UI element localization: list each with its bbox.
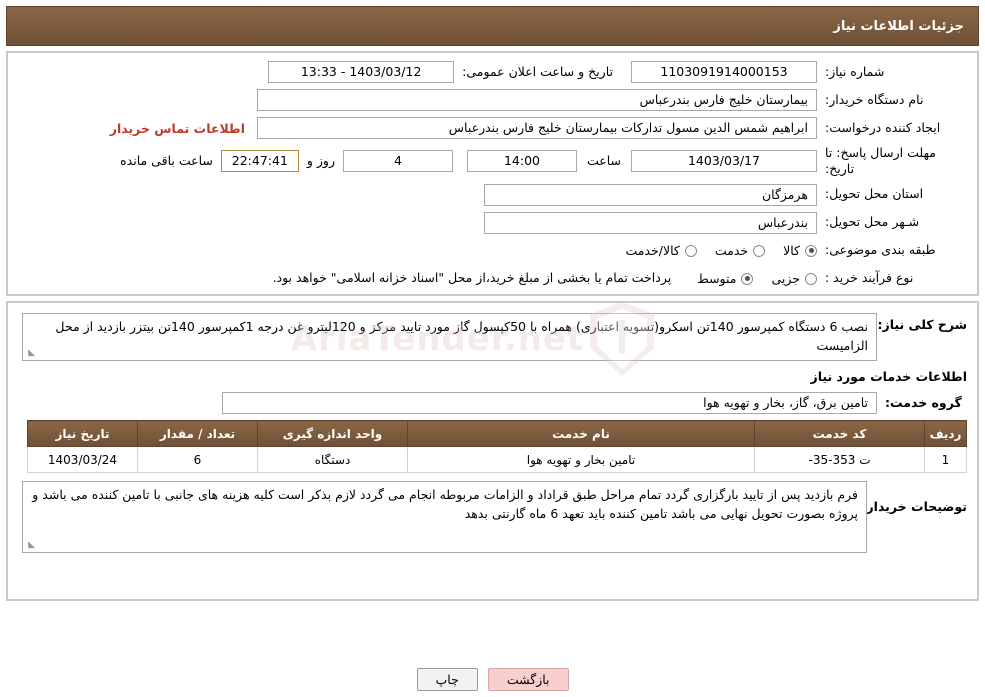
category-radio-group: کالا خدمت کالا/خدمت (607, 243, 817, 258)
purchase-note: پرداخت تمام یا بخشی از مبلغ خرید،از محل … (272, 270, 672, 286)
row-general-description: شرح کلی نیاز: نصب 6 دستگاه کمپرسور 140تن… (18, 313, 967, 361)
col-date: تاریخ نیاز (27, 420, 138, 447)
row-category: طبقه بندی موضوعی: کالا خدمت کالا/خدمت (18, 240, 967, 262)
back-button[interactable]: بازگشت (487, 668, 569, 691)
radio-icon[interactable] (741, 272, 754, 285)
cell-date: 1403/03/24 (27, 446, 138, 473)
deadline-time-value: 14:00 (466, 150, 577, 173)
cell-name: تامین بخار و تهویه هوا (407, 446, 755, 473)
buyer-notes-textarea[interactable]: فرم بازدید پس از تایید بارگزاری گردد تما… (22, 481, 867, 553)
col-code: کد خدمت (754, 420, 925, 447)
remaining-time-value: 22:47:41 (220, 150, 299, 173)
footer-actions: بازگشت چاپ (0, 668, 985, 691)
radio-icon[interactable] (753, 244, 766, 257)
row-province: استان محل تحویل: هرمزگان (18, 183, 967, 206)
announce-datetime-label: تاریخ و ساعت اعلان عمومی: (462, 63, 613, 79)
category-label: طبقه بندی موضوعی: (825, 242, 936, 258)
row-buyer-org: نام دستگاه خریدار: بیمارستان خلیج فارس ب… (18, 89, 967, 111)
purchase-type-option-label: متوسط (697, 271, 737, 286)
cell-unit: دستگاه (257, 446, 408, 473)
service-group-value: تامین برق، گاز، بخار و تهویه هوا (222, 392, 877, 414)
description-textarea[interactable]: نصب 6 دستگاه کمپرسور 140تن اسکرو(تسویه ا… (22, 313, 877, 361)
row-requester: ایجاد کننده درخواست: ابراهیم شمس الدین م… (18, 117, 967, 139)
requester-value: ابراهیم شمس الدین مسول تدارکات بیمارستان… (257, 117, 817, 139)
col-index: ردیف (924, 420, 967, 447)
category-option-label: خدمت (714, 243, 749, 258)
resize-handle-icon[interactable]: ◣ (25, 349, 35, 359)
cell-code: ت 353-35- (754, 446, 925, 473)
city-value: بندرعباس (484, 211, 817, 234)
category-option-kala-khedmat[interactable]: کالا/خدمت (625, 243, 697, 258)
row-service-group: گروه خدمت: تامین برق، گاز، بخار و تهویه … (18, 392, 967, 414)
description-label: شرح کلی نیاز: (877, 317, 967, 332)
table-row: 1 ت 353-35- تامین بخار و تهویه هوا دستگا… (27, 446, 967, 473)
remaining-label: ساعت باقی مانده (120, 152, 213, 168)
purchase-type-option-jozei[interactable]: جزیی (771, 271, 817, 286)
city-label: شـهر محل تحویل: (825, 214, 920, 230)
category-option-khedmat[interactable]: خدمت (714, 243, 766, 258)
description-text: نصب 6 دستگاه کمپرسور 140تن اسکرو(تسویه ا… (55, 319, 868, 354)
cell-qty: 6 (137, 446, 258, 473)
row-purchase-type: نوع فرآیند خرید : جزیی متوسط پرداخت تمام… (18, 268, 967, 290)
services-table: ردیف کد خدمت نام خدمت واحد اندازه گیری ت… (27, 420, 967, 473)
buyer-notes-text: فرم بازدید پس از تایید بارگزاری گردد تما… (32, 487, 858, 522)
services-panel: شرح کلی نیاز: نصب 6 دستگاه کمپرسور 140تن… (6, 301, 979, 601)
hour-label: ساعت (586, 152, 621, 168)
buyer-org-label: نام دستگاه خریدار: (825, 91, 924, 107)
table-header-row: ردیف کد خدمت نام خدمت واحد اندازه گیری ت… (27, 420, 967, 447)
row-city: شـهر محل تحویل: بندرعباس (18, 211, 967, 234)
category-option-kala[interactable]: کالا (783, 243, 817, 258)
purchase-type-label: نوع فرآیند خرید : (825, 270, 914, 286)
purchase-type-option-label: جزیی (771, 271, 800, 286)
buyer-contact-link[interactable]: اطلاعات تماس خریدار (110, 121, 245, 136)
need-info-panel: شماره نیاز: 1103091914000153 تاریخ و ساع… (6, 51, 979, 296)
resize-handle-icon[interactable]: ◣ (25, 541, 35, 551)
category-option-label: کالا/خدمت (625, 243, 680, 258)
page-title: جزئیات اطلاعات نیاز (833, 18, 964, 34)
province-value: هرمزگان (484, 183, 817, 206)
radio-icon[interactable] (805, 272, 817, 285)
radio-icon[interactable] (805, 244, 817, 257)
category-option-label: کالا (783, 243, 800, 258)
deadline-label: مهلت ارسال پاسخ: تا تاریخ: (825, 145, 936, 177)
col-name: نام خدمت (407, 420, 755, 447)
buyer-notes-label: توضیحات خریدار: (861, 499, 967, 514)
days-and-label: روز و (306, 152, 335, 168)
buyer-org-value: بیمارستان خلیج فارس بندرعباس (257, 89, 817, 111)
purchase-type-option-motevaset[interactable]: متوسط (697, 271, 754, 286)
service-group-label: گروه خدمت: (885, 394, 962, 410)
col-qty: تعداد / مقدار (137, 420, 258, 447)
col-unit: واحد اندازه گیری (257, 420, 408, 447)
print-button[interactable]: چاپ (416, 668, 478, 691)
services-section-title: اطلاعات خدمات مورد نیاز (810, 369, 968, 384)
row-need-number: شماره نیاز: 1103091914000153 تاریخ و ساع… (18, 61, 967, 83)
need-number-value: 1103091914000153 (631, 61, 817, 83)
requester-label: ایجاد کننده درخواست: (825, 119, 941, 135)
deadline-date-value: 1403/03/17 (631, 150, 817, 173)
radio-icon[interactable] (684, 244, 697, 257)
purchase-type-radio-group: جزیی متوسط (679, 271, 817, 286)
cell-index: 1 (924, 446, 967, 473)
need-number-label: شماره نیاز: (825, 63, 885, 79)
announce-datetime-value: 1403/03/12 - 13:33 (268, 61, 455, 83)
row-buyer-notes: توضیحات خریدار: فرم بازدید پس از تایید ب… (18, 481, 967, 553)
row-deadline: مهلت ارسال پاسخ: تا تاریخ: 1403/03/17 سا… (18, 145, 967, 178)
province-label: استان محل تحویل: (825, 186, 924, 202)
page-header: جزئیات اطلاعات نیاز (6, 6, 979, 46)
remaining-days-value: 4 (342, 150, 453, 173)
